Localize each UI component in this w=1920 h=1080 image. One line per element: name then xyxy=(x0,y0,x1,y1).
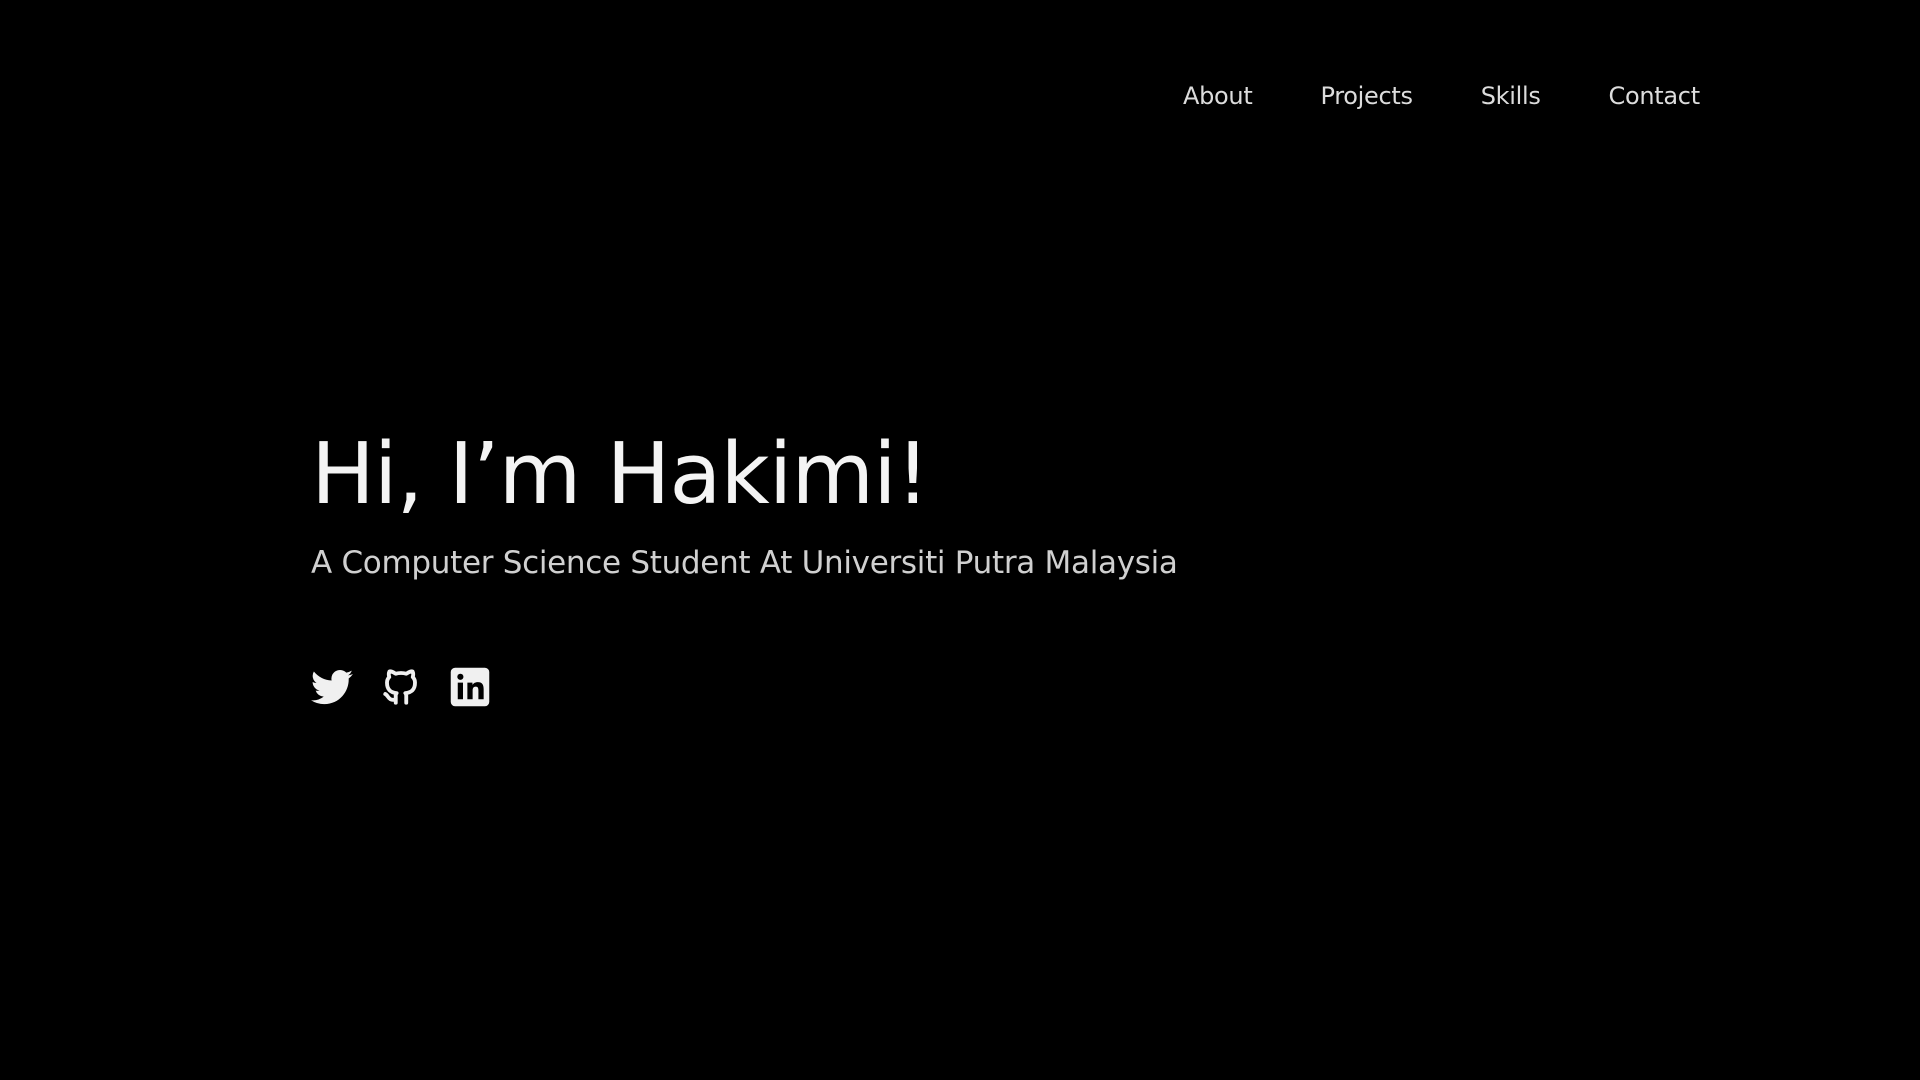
linkedin-icon xyxy=(450,667,490,707)
hero-section: Hi, I’m Hakimi! A Computer Science Stude… xyxy=(311,420,1178,584)
nav-link-skills[interactable]: Skills xyxy=(1481,78,1541,114)
twitter-icon xyxy=(311,669,353,705)
hero-title: Hi, I’m Hakimi! xyxy=(311,425,930,524)
github-icon xyxy=(383,669,417,705)
twitter-link[interactable] xyxy=(311,666,353,708)
linkedin-link[interactable] xyxy=(449,666,491,708)
nav-link-projects[interactable]: Projects xyxy=(1320,78,1413,114)
github-link[interactable] xyxy=(380,666,422,708)
social-links xyxy=(311,666,491,708)
nav-link-about[interactable]: About xyxy=(1183,78,1253,114)
top-nav: About Projects Skills Contact xyxy=(1183,78,1700,114)
hero-subtitle: A Computer Science Student At Universiti… xyxy=(311,545,1178,581)
page: About Projects Skills Contact Hi, I’m Ha… xyxy=(0,0,1920,1080)
nav-link-contact[interactable]: Contact xyxy=(1609,78,1701,114)
